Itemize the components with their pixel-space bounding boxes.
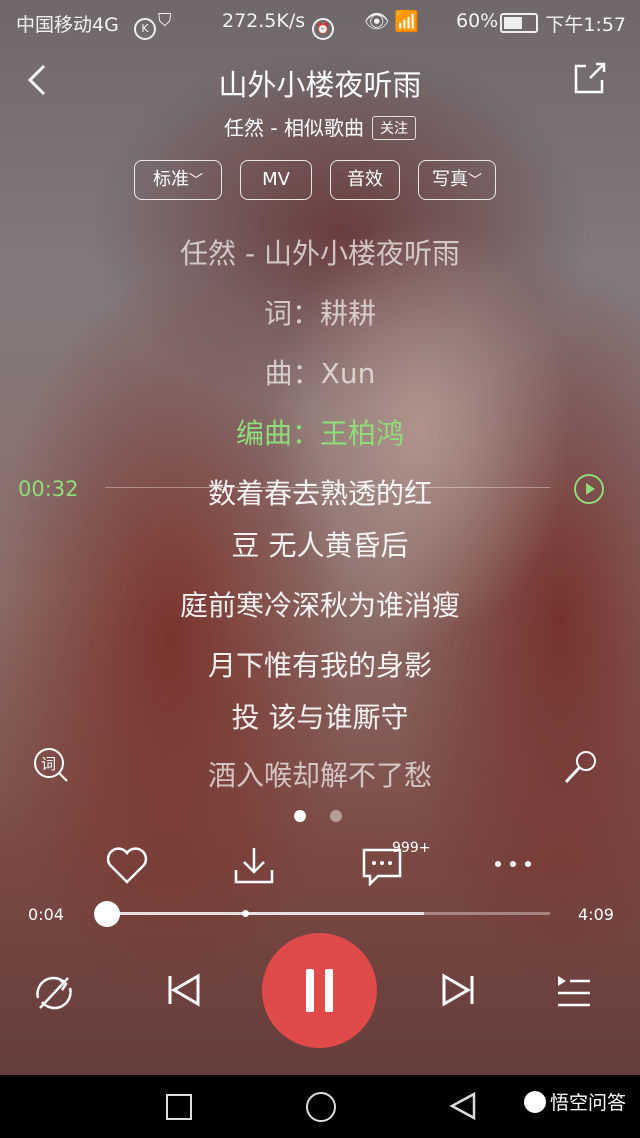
artist-subtitle: 任然 - 相似歌曲 xyxy=(224,116,364,140)
chevron-down-icon: ﹀ xyxy=(468,173,482,189)
song-title: 山外小楼夜听雨 xyxy=(218,68,422,102)
buffer-fill xyxy=(100,912,424,915)
triangle-back-icon xyxy=(449,1091,476,1121)
current-time: 0:04 xyxy=(28,905,64,924)
eye-icon: 👁 xyxy=(364,9,390,33)
home-button[interactable] xyxy=(306,1092,336,1122)
clock: 下午1:57 xyxy=(545,14,626,36)
page-dot[interactable] xyxy=(330,810,342,822)
lyric-line: 庭前寒冷深秋为谁消瘦 xyxy=(179,589,460,622)
page-dot-active[interactable] xyxy=(294,810,306,822)
watermark-text: 悟空问答 xyxy=(549,1092,626,1114)
sound-effects-button[interactable]: 音效 xyxy=(330,160,400,200)
pause-icon-right xyxy=(325,969,333,1012)
carrier-text: 中国移动4G xyxy=(16,14,119,36)
play-pause-button[interactable] xyxy=(262,933,377,1048)
quality-selector[interactable]: 标准﹀ xyxy=(134,160,222,200)
next-button[interactable] xyxy=(438,970,478,1010)
lyric-line: 词：耕耕 xyxy=(263,297,376,330)
previous-button[interactable] xyxy=(164,970,204,1010)
share-button[interactable] xyxy=(570,58,610,98)
heart-icon xyxy=(106,847,148,884)
alarm-icon: ⏰ xyxy=(308,12,334,40)
progress-track[interactable] xyxy=(100,910,550,917)
playlist-button[interactable] xyxy=(554,972,594,1010)
photo-label: 写真 xyxy=(432,169,468,190)
lyric-line: 曲：Xun xyxy=(264,357,376,390)
share-icon xyxy=(574,62,606,94)
like-button[interactable] xyxy=(104,846,150,886)
shield-icon: ⛉ xyxy=(158,10,172,31)
lyric-line: 数着春去熟透的红 xyxy=(207,477,432,510)
lyric-line: 豆 无人黄昏后 xyxy=(231,529,409,562)
lyric-line: 任然 - 山外小楼夜听雨 xyxy=(180,237,460,270)
watermark: 悟空问答 xyxy=(523,1088,626,1115)
chevron-down-icon: ﹀ xyxy=(189,173,203,189)
mv-button[interactable]: MV xyxy=(240,160,312,200)
photo-selector[interactable]: 写真﹀ xyxy=(418,160,496,200)
shuffle-off-icon xyxy=(36,976,72,1010)
lyric-line-current: 编曲：王柏鸿 xyxy=(235,417,404,450)
wifi-icon: 📶 xyxy=(394,9,419,33)
play-mode-button[interactable] xyxy=(32,972,76,1012)
battery-percent: 60% xyxy=(456,10,499,32)
more-button[interactable] xyxy=(492,852,534,876)
more-dots-icon xyxy=(495,861,531,867)
lyric-line: 酒入喉却解不了愁 xyxy=(207,759,432,792)
total-time: 4:09 xyxy=(578,905,614,924)
pause-icon-left xyxy=(306,969,314,1012)
lyrics-toggle-button[interactable]: 词 xyxy=(32,746,70,784)
lyric-line: 月下惟有我的身影 xyxy=(207,649,432,682)
playlist-icon xyxy=(558,976,590,1007)
wukong-logo-icon xyxy=(523,1091,546,1113)
quality-label: 标准 xyxy=(153,169,189,190)
recents-button[interactable] xyxy=(166,1094,192,1120)
download-icon xyxy=(234,848,274,884)
lyric-line: 投 该与谁厮守 xyxy=(231,701,409,734)
battery-icon xyxy=(500,13,538,33)
status-bar: 中国移动4G K ⛉ 272.5K/s ⏰ 👁 📶 60% 下午1:57 xyxy=(0,0,640,44)
lyrics-icon: 词 xyxy=(34,748,68,782)
comment-count-badge: 999+ xyxy=(392,840,431,856)
progress-marker xyxy=(242,910,249,917)
skip-previous-icon xyxy=(168,973,200,1007)
karaoke-button[interactable] xyxy=(560,748,600,788)
network-speed: 272.5K/s xyxy=(222,10,306,32)
progress-knob[interactable] xyxy=(94,901,121,927)
back-nav-button[interactable] xyxy=(448,1091,478,1121)
download-button[interactable] xyxy=(232,844,276,886)
skip-next-icon xyxy=(442,973,474,1007)
svg-text:词: 词 xyxy=(41,755,56,773)
follow-button[interactable]: 关注 xyxy=(371,116,416,140)
microphone-icon xyxy=(564,751,596,784)
signal-k-icon: K xyxy=(130,12,156,40)
artist-line: 任然 - 相似歌曲 关注 xyxy=(0,112,640,141)
